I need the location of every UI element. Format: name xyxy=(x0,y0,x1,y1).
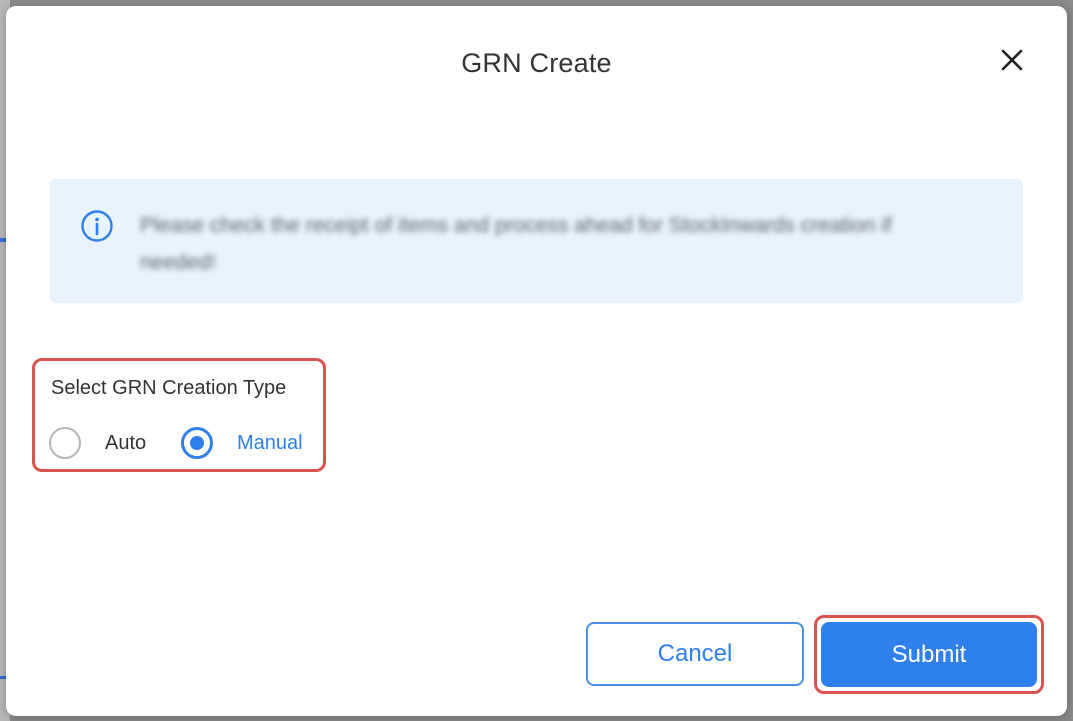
info-banner: Please check the receipt of items and pr… xyxy=(50,179,1023,303)
modal-title: GRN Create xyxy=(461,48,612,78)
cancel-button[interactable]: Cancel xyxy=(586,622,804,686)
close-icon xyxy=(1001,49,1023,71)
radio-manual-label[interactable]: Manual xyxy=(237,432,303,455)
close-button[interactable] xyxy=(996,44,1028,76)
radio-option-manual[interactable]: Manual xyxy=(181,423,303,463)
grn-creation-type-group: Select GRN Creation Type Auto Manual xyxy=(32,358,326,472)
radio-option-auto[interactable]: Auto xyxy=(49,423,146,463)
radio-auto-label[interactable]: Auto xyxy=(105,432,146,455)
grn-creation-type-label: Select GRN Creation Type xyxy=(51,377,287,399)
info-message: Please check the receipt of items and pr… xyxy=(140,214,892,274)
grn-create-modal: GRN Create Please check the receipt of i… xyxy=(6,6,1067,716)
radio-manual[interactable] xyxy=(181,427,213,459)
radio-auto[interactable] xyxy=(49,427,81,459)
info-icon xyxy=(81,210,113,242)
submit-button[interactable]: Submit xyxy=(821,622,1037,687)
